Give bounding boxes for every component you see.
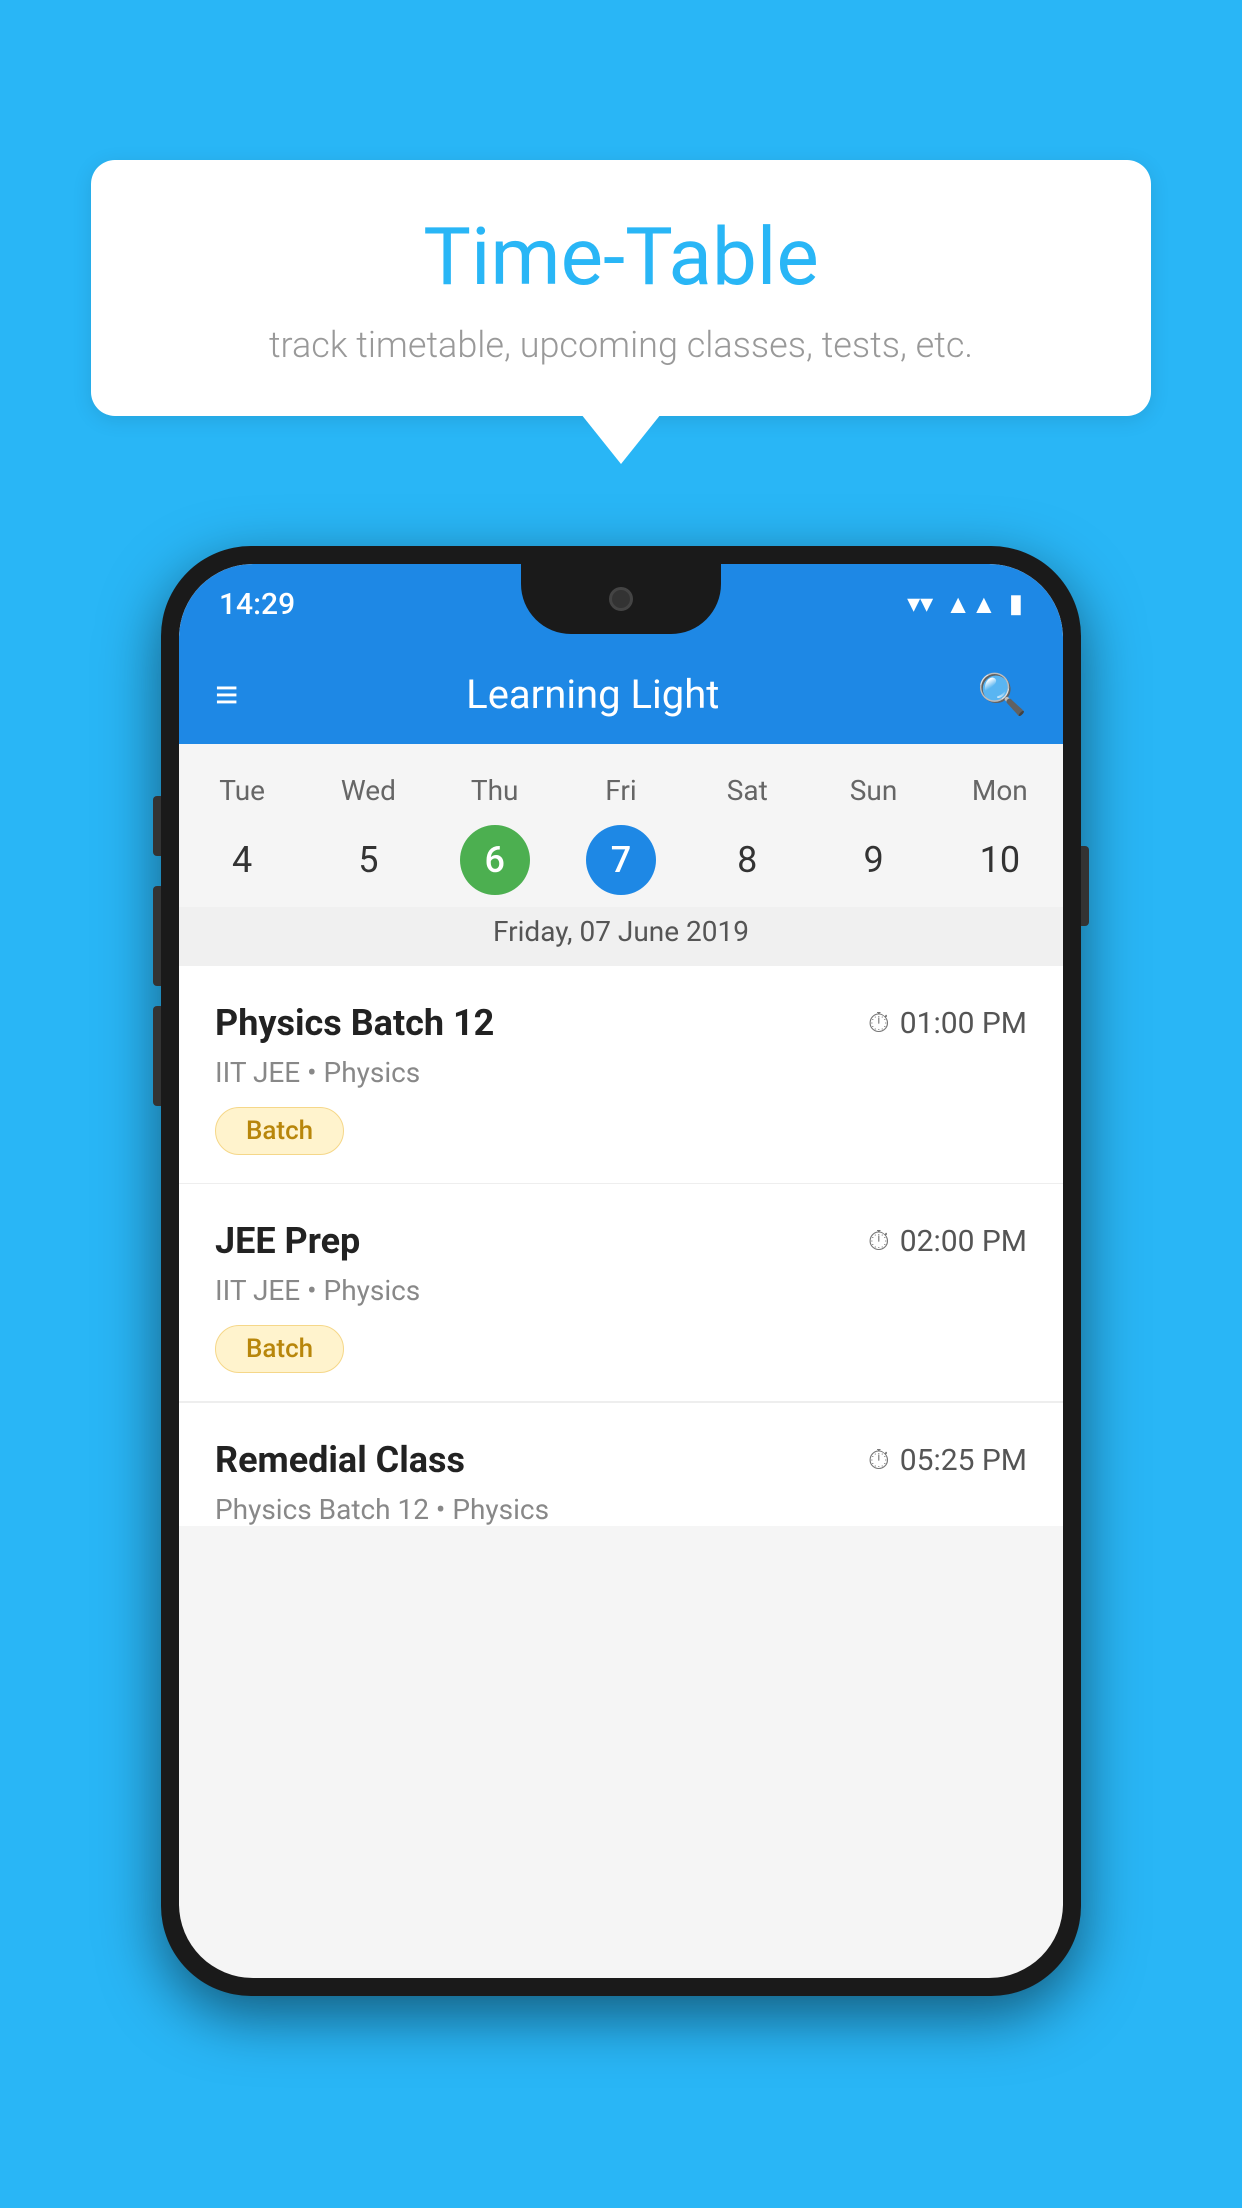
date-4[interactable]: 4 [179, 825, 305, 895]
clock-icon-3: ⏱ [868, 1443, 890, 1477]
day-sun: Sun [810, 764, 936, 817]
wifi-icon: ▾▾ [907, 589, 933, 619]
schedule-item-2-time: ⏱ 02:00 PM [868, 1224, 1027, 1259]
schedule-item-1-title: Physics Batch 12 [215, 1002, 494, 1044]
day-thu: Thu [432, 764, 558, 817]
schedule-item-1-meta: IIT JEE • Physics [215, 1056, 1027, 1089]
date-7-selected[interactable]: 7 [558, 825, 684, 895]
clock-icon-1: ⏱ [868, 1006, 890, 1040]
silent-button [153, 796, 161, 856]
volume-down-button [153, 1006, 161, 1106]
days-of-week-row: Tue Wed Thu Fri Sat Sun Mon [179, 744, 1063, 817]
search-icon[interactable]: 🔍 [977, 671, 1027, 718]
schedule-item-2-header: JEE Prep ⏱ 02:00 PM [215, 1220, 1027, 1262]
day-wed: Wed [305, 764, 431, 817]
status-time: 14:29 [219, 587, 295, 622]
phone-notch [521, 564, 721, 634]
front-camera [609, 587, 633, 611]
schedule-item-1[interactable]: Physics Batch 12 ⏱ 01:00 PM IIT JEE • Ph… [179, 966, 1063, 1184]
signal-icon: ▲▲ [945, 589, 996, 620]
date-10[interactable]: 10 [937, 825, 1063, 895]
battery-icon: ▮ [1009, 589, 1023, 619]
schedule-item-1-tag: Batch [215, 1107, 344, 1155]
speech-bubble-section: Time-Table track timetable, upcoming cla… [91, 160, 1151, 416]
screen-content: 14:29 ▾▾ ▲▲ ▮ ≡ Learning Light 🔍 [179, 564, 1063, 1978]
schedule-item-2[interactable]: JEE Prep ⏱ 02:00 PM IIT JEE • Physics Ba… [179, 1184, 1063, 1402]
menu-icon[interactable]: ≡ [215, 671, 238, 718]
phone-mockup: 14:29 ▾▾ ▲▲ ▮ ≡ Learning Light 🔍 [161, 546, 1081, 1996]
schedule-item-1-time-value: 01:00 PM [900, 1006, 1027, 1041]
date-5[interactable]: 5 [305, 825, 431, 895]
day-tue: Tue [179, 764, 305, 817]
schedule-item-3-time: ⏱ 05:25 PM [868, 1443, 1027, 1478]
power-button [1081, 846, 1089, 926]
toolbar-title: Learning Light [238, 671, 947, 718]
schedule-list: Physics Batch 12 ⏱ 01:00 PM IIT JEE • Ph… [179, 966, 1063, 1526]
schedule-item-3[interactable]: Remedial Class ⏱ 05:25 PM Physics Batch … [179, 1402, 1063, 1526]
schedule-item-1-header: Physics Batch 12 ⏱ 01:00 PM [215, 1002, 1027, 1044]
status-icons: ▾▾ ▲▲ ▮ [907, 589, 1023, 620]
date-8[interactable]: 8 [684, 825, 810, 895]
bubble-title: Time-Table [151, 210, 1091, 304]
schedule-item-1-time: ⏱ 01:00 PM [868, 1006, 1027, 1041]
schedule-item-3-header: Remedial Class ⏱ 05:25 PM [215, 1439, 1027, 1481]
date-6-today[interactable]: 6 [432, 825, 558, 895]
speech-bubble-card: Time-Table track timetable, upcoming cla… [91, 160, 1151, 416]
schedule-item-3-title: Remedial Class [215, 1439, 465, 1481]
phone-outer-shell: 14:29 ▾▾ ▲▲ ▮ ≡ Learning Light 🔍 [161, 546, 1081, 1996]
day-mon: Mon [937, 764, 1063, 817]
schedule-item-3-meta: Physics Batch 12 • Physics [215, 1493, 1027, 1526]
clock-icon-2: ⏱ [868, 1224, 890, 1258]
volume-up-button [153, 886, 161, 986]
bubble-subtitle: track timetable, upcoming classes, tests… [151, 324, 1091, 366]
schedule-item-2-meta: IIT JEE • Physics [215, 1274, 1027, 1307]
schedule-item-3-time-value: 05:25 PM [900, 1443, 1027, 1478]
day-fri: Fri [558, 764, 684, 817]
date-9[interactable]: 9 [810, 825, 936, 895]
app-toolbar: ≡ Learning Light 🔍 [179, 644, 1063, 744]
day-sat: Sat [684, 764, 810, 817]
schedule-item-2-tag: Batch [215, 1325, 344, 1373]
schedule-item-2-time-value: 02:00 PM [900, 1224, 1027, 1259]
selected-date-label: Friday, 07 June 2019 [179, 907, 1063, 966]
dates-row: 4 5 6 7 8 [179, 817, 1063, 907]
calendar-strip: Tue Wed Thu Fri Sat Sun Mon 4 5 [179, 744, 1063, 966]
schedule-item-2-title: JEE Prep [215, 1220, 360, 1262]
phone-screen: 14:29 ▾▾ ▲▲ ▮ ≡ Learning Light 🔍 [179, 564, 1063, 1978]
